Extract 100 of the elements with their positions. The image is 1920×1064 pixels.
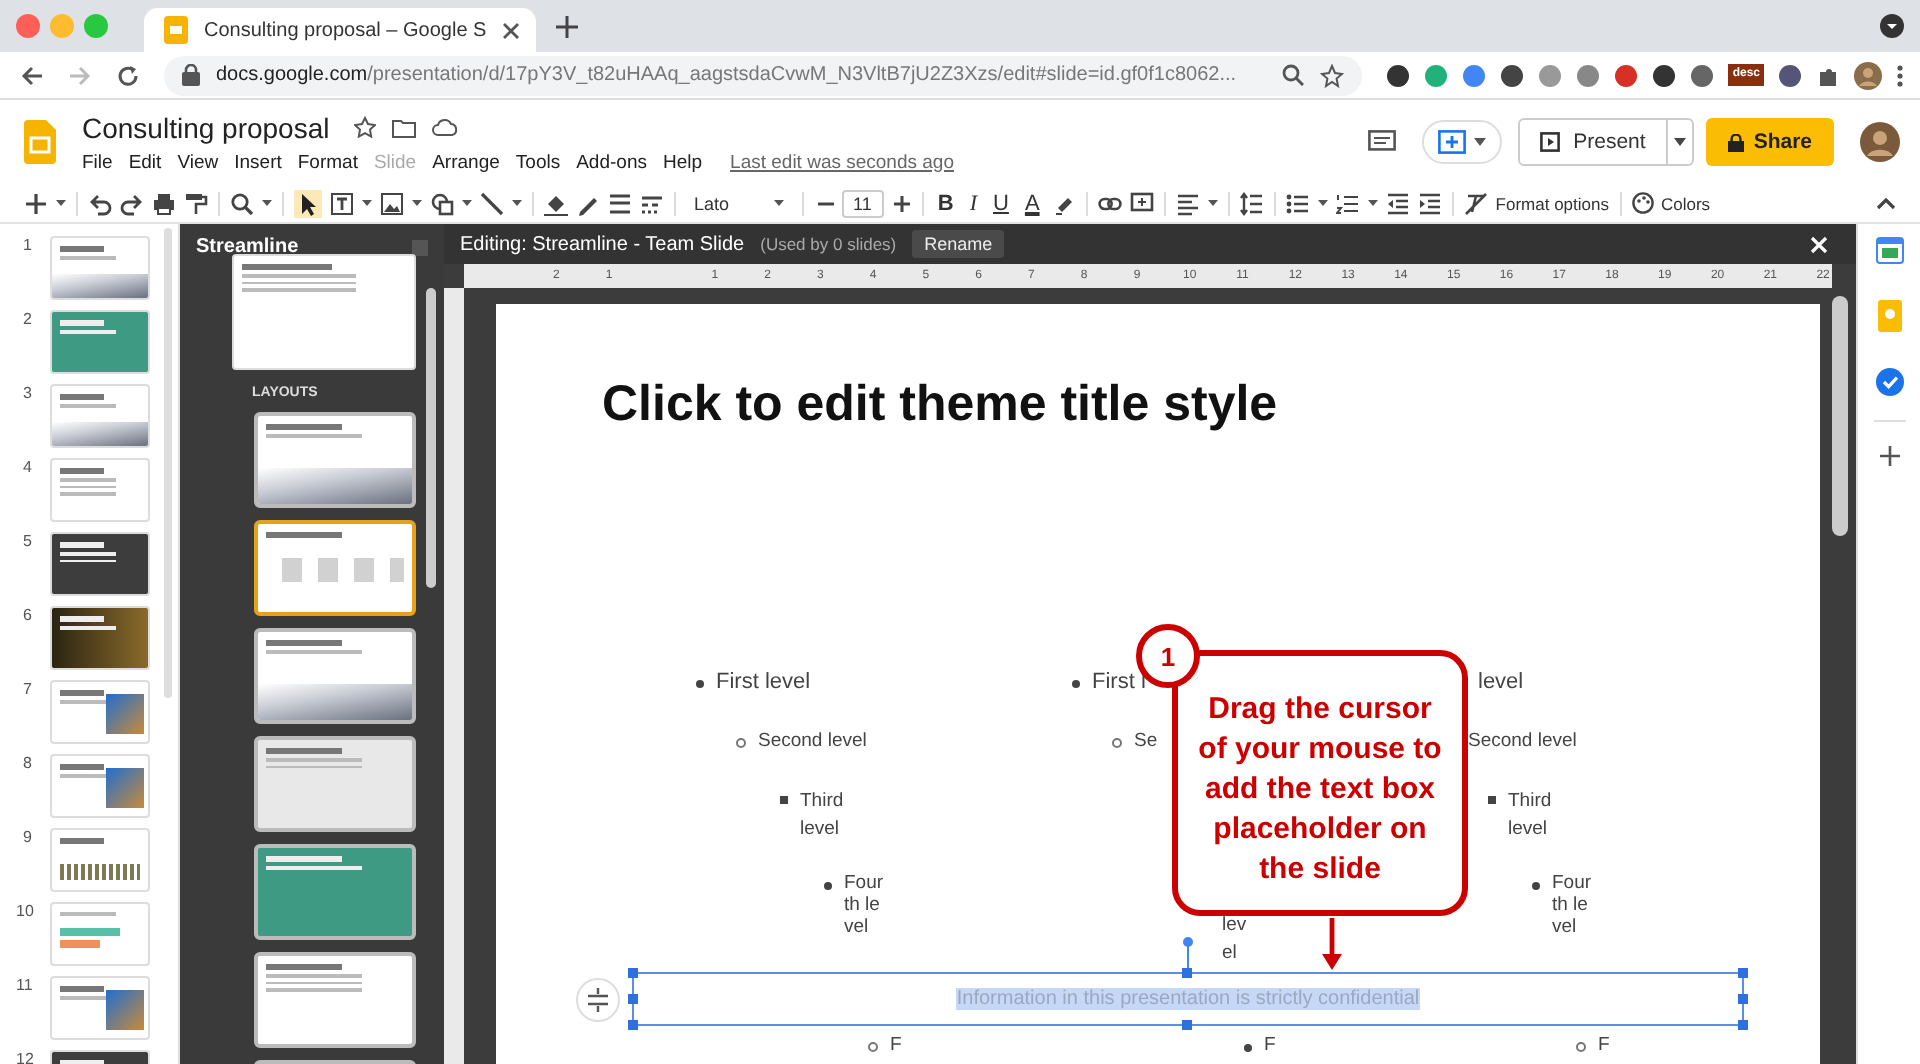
- last-edit-link[interactable]: Last edit was seconds ago: [730, 151, 954, 173]
- align-handle-icon[interactable]: [576, 978, 620, 1022]
- slide-thumbnail[interactable]: [50, 384, 150, 448]
- extension-icon[interactable]: [1690, 63, 1715, 87]
- resize-handle[interactable]: [628, 1020, 638, 1030]
- share-button[interactable]: Share: [1705, 118, 1834, 166]
- resize-handle[interactable]: [1738, 1020, 1748, 1030]
- slide-thumbnail[interactable]: [50, 532, 150, 596]
- line-spacing-icon[interactable]: [1239, 191, 1264, 215]
- fill-color-icon[interactable]: [544, 191, 568, 215]
- paint-format-icon[interactable]: [184, 191, 208, 215]
- format-button[interactable]: A: [1020, 191, 1044, 215]
- menu-item[interactable]: Edit: [128, 151, 162, 173]
- url-field[interactable]: docs.google.com/presentation/d/17pY3V_t82uHAAq_aagstsdaCvwM_N3VltB7jU2Z3Xzs/edit#slide=id.gf0f1c8062...: [164, 55, 1363, 95]
- shape-icon[interactable]: [430, 191, 454, 215]
- caret-icon[interactable]: [412, 200, 422, 206]
- extension-icon[interactable]: [1778, 63, 1802, 87]
- indent-increase-icon[interactable]: [1417, 191, 1442, 215]
- font-size-field[interactable]: 11: [841, 189, 884, 217]
- extension-icon[interactable]: [1652, 63, 1677, 87]
- new-slide-button[interactable]: [1421, 120, 1502, 164]
- align-icon[interactable]: [1175, 191, 1200, 215]
- zoom-icon[interactable]: [230, 191, 254, 215]
- tasks-icon[interactable]: [1875, 368, 1903, 396]
- format-options-button[interactable]: Format options: [1495, 193, 1609, 213]
- avatar-icon[interactable]: [1854, 61, 1882, 89]
- folder-icon[interactable]: [391, 117, 416, 137]
- slide-thumbnail[interactable]: [50, 680, 150, 744]
- colors-button[interactable]: Colors: [1631, 192, 1711, 214]
- plus-icon[interactable]: [24, 191, 48, 215]
- more-icon[interactable]: [1896, 63, 1904, 87]
- plus-icon[interactable]: [891, 191, 912, 215]
- resize-handle[interactable]: [1182, 968, 1192, 978]
- border-weight-icon[interactable]: [608, 191, 632, 215]
- menu-item[interactable]: Tools: [515, 151, 561, 173]
- layout-thumbnail[interactable]: [254, 952, 416, 1048]
- clear-format-icon[interactable]: [1463, 191, 1488, 215]
- bulleted-list-icon[interactable]: [1285, 191, 1310, 215]
- text-box-icon[interactable]: [330, 191, 354, 215]
- extension-icon[interactable]: [1386, 63, 1411, 87]
- layout-thumbnail[interactable]: [254, 844, 416, 940]
- menu-item[interactable]: File: [82, 151, 113, 173]
- caret-icon[interactable]: [1667, 118, 1694, 166]
- present-button[interactable]: Present: [1517, 118, 1668, 166]
- caret-icon[interactable]: [262, 200, 272, 206]
- reload-icon[interactable]: [116, 63, 140, 87]
- scrollbar[interactable]: [164, 228, 172, 698]
- collapse-icon[interactable]: [1876, 197, 1896, 209]
- caret-icon[interactable]: [1207, 200, 1218, 206]
- plus-icon[interactable]: [1879, 446, 1899, 466]
- dropdown-icon[interactable]: [1880, 14, 1904, 38]
- slide-thumbnail[interactable]: [50, 828, 150, 892]
- layout-thumbnail[interactable]: [254, 520, 416, 616]
- format-button[interactable]: B: [933, 191, 958, 215]
- star-icon[interactable]: [1320, 63, 1345, 87]
- resize-handle[interactable]: [628, 993, 638, 1003]
- avatar-icon[interactable]: [1860, 122, 1900, 162]
- back-icon[interactable]: [20, 63, 44, 87]
- document-title[interactable]: Consulting proposal: [82, 111, 330, 143]
- slide-thumbnail[interactable]: [50, 310, 150, 374]
- font-dropdown[interactable]: Lato: [686, 193, 792, 213]
- layout-thumbnail[interactable]: [254, 628, 416, 724]
- search-icon[interactable]: [1282, 64, 1305, 86]
- caret-icon[interactable]: [1317, 200, 1328, 206]
- format-button[interactable]: U: [989, 191, 1013, 215]
- menu-item[interactable]: Arrange: [432, 151, 500, 173]
- numbered-list-icon[interactable]: [1335, 191, 1360, 215]
- print-icon[interactable]: [152, 191, 176, 215]
- slide-thumbnail[interactable]: [50, 236, 150, 300]
- caret-icon[interactable]: [462, 200, 472, 206]
- star-icon[interactable]: [353, 116, 376, 138]
- comment-icon[interactable]: [1367, 130, 1396, 154]
- plus-icon[interactable]: [556, 15, 579, 37]
- line-icon[interactable]: [480, 191, 504, 215]
- indent-decrease-icon[interactable]: [1385, 191, 1410, 215]
- menu-item[interactable]: Add-ons: [576, 151, 647, 173]
- cursor-icon[interactable]: [294, 189, 322, 217]
- rotate-handle-icon[interactable]: [1182, 936, 1194, 968]
- border-dash-icon[interactable]: [640, 191, 664, 215]
- slide-thumbnail[interactable]: [50, 902, 150, 966]
- format-button[interactable]: I: [965, 191, 981, 215]
- scrollbar[interactable]: [426, 288, 436, 588]
- master-thumbnail[interactable]: [232, 254, 416, 370]
- slide-thumbnail[interactable]: [50, 606, 150, 670]
- extension-icon[interactable]: [1500, 63, 1525, 87]
- resize-handle[interactable]: [1738, 968, 1748, 978]
- caret-icon[interactable]: [1367, 200, 1378, 206]
- calendar-icon[interactable]: [1875, 236, 1903, 264]
- menu-item[interactable]: Insert: [234, 151, 282, 173]
- resize-handle[interactable]: [1182, 1020, 1192, 1030]
- redo-icon[interactable]: [120, 191, 144, 215]
- rename-button[interactable]: Rename: [912, 230, 1005, 258]
- close-icon[interactable]: [502, 21, 521, 39]
- cloud-icon[interactable]: [431, 118, 458, 136]
- resize-handle[interactable]: [628, 968, 638, 978]
- comment-add-icon[interactable]: [1129, 191, 1154, 215]
- puzzle-icon[interactable]: [1816, 63, 1840, 87]
- layout-thumbnail[interactable]: [254, 736, 416, 832]
- caret-icon[interactable]: [56, 200, 66, 206]
- slide-thumbnail[interactable]: [50, 754, 150, 818]
